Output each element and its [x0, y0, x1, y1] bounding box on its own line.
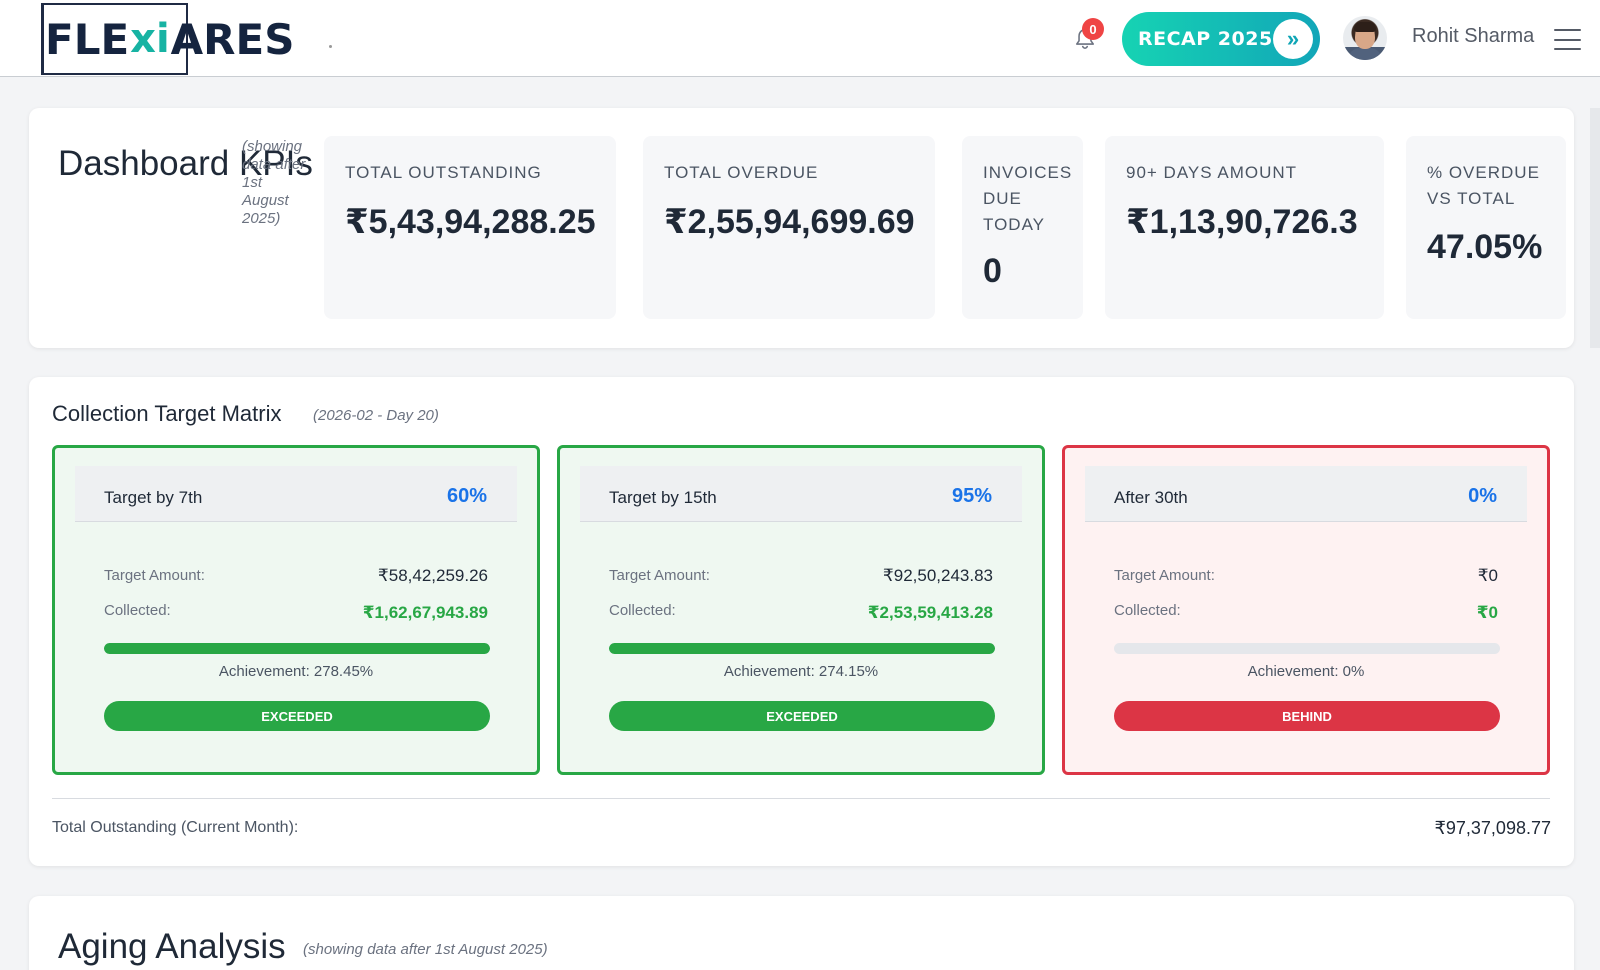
target-name: After 30th — [1114, 488, 1188, 507]
achievement-text: Achievement: 278.45% — [218, 663, 374, 680]
collected-label: Collected: — [1114, 602, 1181, 619]
target-percent: 60% — [446, 485, 487, 507]
divider — [52, 798, 1550, 799]
achievement-progress-bar — [1114, 643, 1500, 654]
user-name[interactable]: Rohit Sharma — [1412, 25, 1534, 48]
collected-value: ₹1,62,67,943.89 — [362, 603, 488, 622]
achievement-text: Achievement: 0% — [1247, 663, 1365, 680]
target-card-header: After 30th 0% — [1085, 466, 1527, 522]
target-card-header: Target by 7th 60% — [75, 466, 517, 522]
logo-dot — [329, 45, 332, 48]
logo-text-right: ARES — [170, 14, 295, 64]
achievement-text: Achievement: 274.15% — [723, 663, 879, 680]
target-name: Target by 7th — [104, 488, 203, 507]
kpi-card-total-overdue: TOTAL OVERDUE ₹2,55,94,699.69 — [643, 136, 935, 319]
target-amount-label: Target Amount: — [609, 567, 710, 584]
notification-count-badge: 0 — [1082, 18, 1104, 40]
kpi-note: (showing data after 1st August 2025) — [242, 138, 306, 227]
avatar-hair — [1354, 22, 1376, 32]
target-amount-value: ₹0 — [1477, 566, 1498, 585]
avatar-body — [1348, 48, 1382, 60]
kpi-card-total-outstanding: TOTAL OUTSTANDING ₹5,43,94,288.25 — [324, 136, 616, 319]
target-card-header: Target by 15th 95% — [580, 466, 1022, 522]
section-subtitle: (2026-02 - Day 20) — [313, 407, 439, 424]
kpi-label: TOTAL OVERDUE — [664, 163, 819, 182]
kpi-card-percent-overdue: % OVERDUE VS TOTAL 47.05% — [1406, 136, 1566, 319]
logo-text-left: FLE — [45, 14, 130, 64]
hamburger-menu-icon[interactable] — [1554, 29, 1581, 50]
achievement-progress-bar — [104, 643, 490, 654]
target-name: Target by 15th — [609, 488, 717, 507]
target-percent: 95% — [951, 485, 992, 507]
recap-button-label: RECAP 2025 — [1138, 28, 1273, 50]
recap-2025-button[interactable]: RECAP 2025 » — [1122, 12, 1320, 66]
total-outstanding-month-label: Total Outstanding (Current Month): — [52, 819, 299, 836]
dashboard-kpis-panel: Dashboard KPIs (showing data after 1st A… — [29, 108, 1574, 348]
target-amount-label: Target Amount: — [104, 567, 205, 584]
target-amount-value: ₹58,42,259.26 — [377, 566, 488, 585]
status-badge: EXCEEDED — [104, 701, 490, 731]
collected-label: Collected: — [104, 602, 171, 619]
scroll-edge — [1590, 108, 1600, 348]
target-percent: 0% — [1468, 485, 1497, 507]
target-card-7th: Target by 7th 60% Target Amount: ₹58,42,… — [52, 445, 540, 775]
section-title: Aging Analysis — [58, 927, 286, 966]
target-amount-label: Target Amount: — [1114, 567, 1215, 584]
kpi-label: TOTAL OUTSTANDING — [345, 163, 542, 182]
top-bar: FLE xi ARES 0 RECAP 2025 » Rohit Sharma — [0, 0, 1600, 77]
kpi-value: ₹2,55,94,699.69 — [664, 203, 915, 241]
double-chevron-right-icon: » — [1273, 19, 1313, 59]
kpi-value: ₹5,43,94,288.25 — [345, 203, 596, 241]
kpi-value: 0 — [983, 252, 1002, 290]
kpi-card-invoices-due-today: INVOICES DUE TODAY 0 — [962, 136, 1083, 319]
kpi-card-90-plus-days: 90+ DAYS AMOUNT ₹1,13,90,726.3 — [1105, 136, 1384, 319]
logo-wordmark: FLE xi ARES — [41, 15, 294, 64]
target-card-after-30th: After 30th 0% Target Amount: ₹0 Collecte… — [1062, 445, 1550, 775]
section-title: Collection Target Matrix — [52, 401, 282, 426]
collected-value: ₹2,53,59,413.28 — [867, 603, 993, 622]
achievement-progress-bar — [609, 643, 995, 654]
brand-logo[interactable]: FLE xi ARES — [41, 3, 332, 75]
collected-value: ₹0 — [1476, 603, 1498, 622]
collected-label: Collected: — [609, 602, 676, 619]
section-subtitle: (showing data after 1st August 2025) — [303, 941, 548, 958]
kpi-label: 90+ DAYS AMOUNT — [1126, 163, 1298, 182]
avatar[interactable] — [1343, 16, 1387, 60]
target-card-15th: Target by 15th 95% Target Amount: ₹92,50… — [557, 445, 1045, 775]
kpi-label: % OVERDUE VS TOTAL — [1427, 163, 1540, 208]
logo-text-x: xi — [130, 16, 170, 62]
status-badge: EXCEEDED — [609, 701, 995, 731]
collection-target-matrix-panel: Collection Target Matrix (2026-02 - Day … — [29, 377, 1574, 866]
aging-analysis-panel: Aging Analysis (showing data after 1st A… — [29, 896, 1574, 970]
status-badge: BEHIND — [1114, 701, 1500, 731]
progress-fill — [609, 643, 995, 654]
target-amount-value: ₹92,50,243.83 — [882, 566, 993, 585]
kpi-label: INVOICES DUE TODAY — [983, 163, 1073, 234]
kpi-value: 47.05% — [1427, 228, 1543, 266]
total-outstanding-month-value: ₹97,37,098.77 — [1434, 818, 1551, 838]
progress-fill — [104, 643, 490, 654]
kpi-value: ₹1,13,90,726.3 — [1126, 203, 1358, 241]
